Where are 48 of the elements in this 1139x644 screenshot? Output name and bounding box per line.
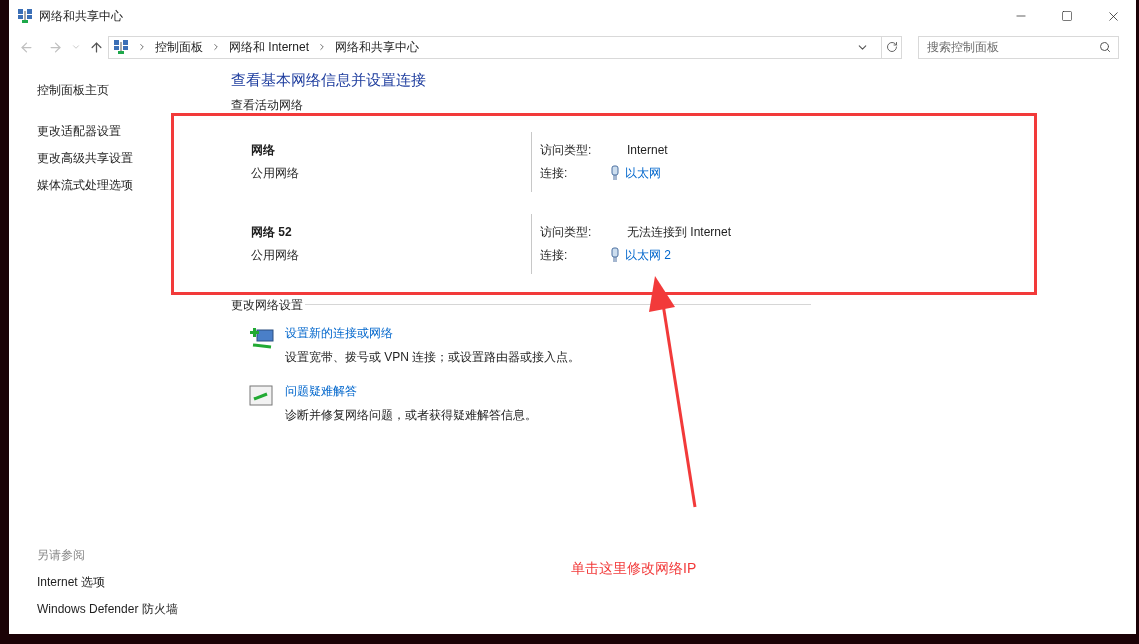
connection-link[interactable]: 以太网 (625, 164, 661, 182)
task-description: 诊断并修复网络问题，或者获得疑难解答信息。 (285, 406, 537, 424)
network-setup-icon (249, 326, 275, 351)
maximize-icon (1061, 10, 1073, 22)
network-name: 网络 52 (251, 224, 292, 241)
access-type-value: Internet (627, 142, 668, 159)
access-type-label: 访问类型: (540, 224, 593, 241)
app-icon (17, 8, 33, 24)
access-type-label: 访问类型: (540, 142, 593, 159)
task-description: 设置宽带、拨号或 VPN 连接；或设置路由器或接入点。 (285, 348, 581, 366)
network-category: 公用网络 (251, 247, 299, 264)
task-link[interactable]: 设置新的连接或网络 (285, 323, 393, 342)
breadcrumb-item[interactable]: 控制面板 (155, 38, 203, 56)
chevron-icon (137, 42, 147, 52)
page-heading: 查看基本网络信息并设置连接 (231, 70, 427, 90)
address-bar[interactable]: 控制面板 网络和 Internet 网络和共享中心 (108, 35, 902, 59)
refresh-icon (885, 41, 898, 53)
ethernet-plug-icon (610, 247, 620, 263)
see-also-link[interactable]: Windows Defender 防火墙 (37, 600, 178, 618)
annotation-text: 单击这里修改网络IP (571, 559, 697, 578)
connection-link[interactable]: 以太网 2 (625, 246, 671, 264)
breadcrumb-item[interactable]: 网络和 Internet (229, 38, 310, 56)
up-icon[interactable] (89, 39, 104, 55)
see-also-link[interactable]: Internet 选项 (37, 573, 106, 591)
forward-icon[interactable] (48, 39, 63, 55)
sidebar-link[interactable]: 更改适配器设置 (37, 122, 121, 140)
search-icon (1099, 40, 1111, 53)
connection-label: 连接: (540, 247, 569, 264)
breadcrumb-item[interactable]: 网络和共享中心 (335, 38, 420, 56)
network-icon (113, 39, 129, 55)
sidebar-link[interactable]: 更改高级共享设置 (37, 149, 133, 167)
network-name: 网络 (251, 142, 275, 159)
connection-label: 连接: (540, 165, 569, 182)
window-title: 网络和共享中心 (39, 8, 123, 25)
section-heading: 查看活动网络 (231, 97, 303, 112)
network-category: 公用网络 (251, 165, 299, 182)
task-link[interactable]: 问题疑难解答 (285, 381, 357, 400)
section-heading: 更改网络设置 (231, 296, 303, 314)
search-field[interactable]: 搜索控制面板 (918, 35, 1119, 59)
chevron-icon (211, 42, 221, 52)
back-icon[interactable] (19, 39, 34, 55)
troubleshoot-icon (249, 384, 273, 407)
ethernet-plug-icon (610, 165, 620, 181)
access-type-value: 无法连接到 Internet (627, 224, 732, 241)
history-caret-icon[interactable] (71, 42, 81, 52)
sidebar-link[interactable]: 媒体流式处理选项 (37, 176, 133, 194)
sidebar-link[interactable]: 控制面板主页 (37, 81, 109, 99)
see-also-heading: 另请参阅 (37, 547, 86, 564)
